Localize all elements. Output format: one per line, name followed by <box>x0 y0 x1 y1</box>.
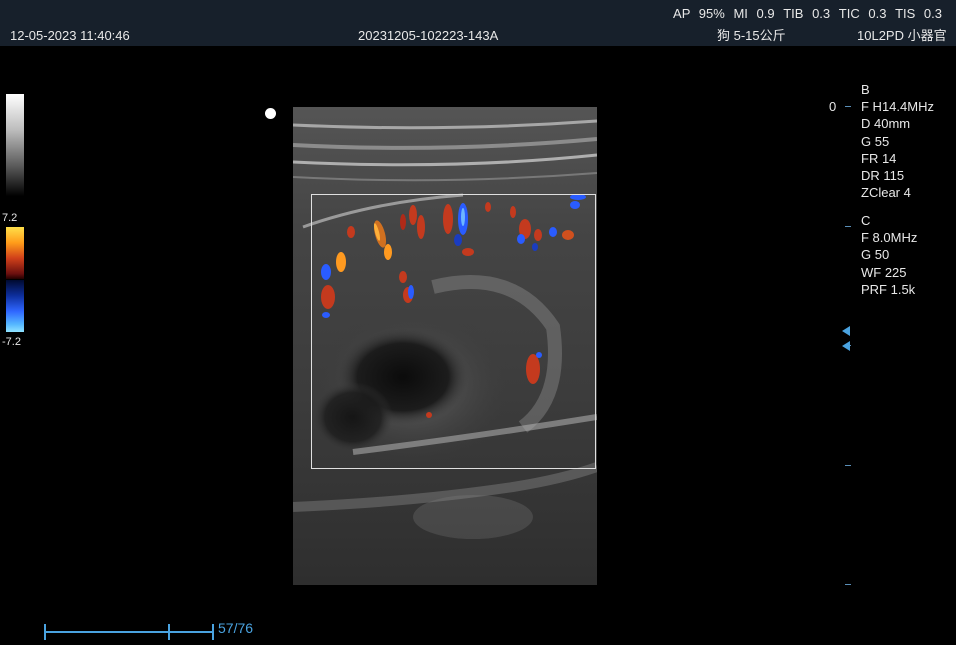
cine-loop-slider[interactable] <box>44 624 214 640</box>
focus-marker-icon[interactable] <box>842 326 850 336</box>
mi-value: 0.9 <box>756 6 775 21</box>
header-bar: AP 95% MI 0.9 TIB 0.3 TIC 0.3 TIS 0.3 12… <box>0 0 956 46</box>
tis-label: TIS <box>895 6 916 21</box>
depth-tick <box>845 465 851 466</box>
cine-track <box>44 631 214 633</box>
b-mode-zclear: ZClear 4 <box>861 185 911 201</box>
cine-start-marker[interactable] <box>44 624 46 640</box>
color-mode-prf: PRF 1.5k <box>861 281 916 297</box>
b-mode-gain: G 55 <box>861 133 890 149</box>
color-scale-positive-bar <box>6 227 24 279</box>
tic-value: 0.3 <box>868 6 887 21</box>
depth-tick <box>845 226 851 227</box>
tis-value: 0.3 <box>923 6 942 21</box>
color-scale-negative-bar <box>6 280 24 332</box>
b-mode-dynamic-range: DR 115 <box>861 167 905 183</box>
ap-value: 95% <box>698 6 725 21</box>
color-mode-wall-filter: WF 225 <box>861 264 907 280</box>
focus-marker-icon[interactable] <box>842 341 850 351</box>
b-mode-frame-rate: FR 14 <box>861 150 897 166</box>
depth-tick <box>845 106 851 107</box>
subject-type: 狗 5-15公斤 <box>717 28 786 43</box>
color-mode-parameters: C F 8.0MHz G 50 WF 225 PRF 1.5k <box>861 212 917 298</box>
mi-label: MI <box>733 6 748 21</box>
color-scale-min-label: -7.2 <box>2 336 21 348</box>
tib-label: TIB <box>783 6 804 21</box>
cine-end-marker[interactable] <box>212 624 214 640</box>
color-mode-frequency: F 8.0MHz <box>861 230 918 246</box>
tib-value: 0.3 <box>812 6 831 21</box>
probe-preset: 10L2PD 小器官 <box>857 28 947 43</box>
acoustic-output-readout: AP 95% MI 0.9 TIB 0.3 TIC 0.3 TIS 0.3 <box>670 6 942 21</box>
ap-label: AP <box>673 6 691 21</box>
patient-id: 20231205-102223-143A <box>358 28 499 43</box>
probe-orientation-dot-icon <box>265 108 276 119</box>
cine-current-frame-marker[interactable] <box>168 624 170 640</box>
cine-frame-counter: 57/76 <box>218 620 254 636</box>
color-mode-label: C <box>861 213 871 228</box>
exam-datetime: 12-05-2023 11:40:46 <box>10 28 130 43</box>
depth-zero-label: 0 <box>829 99 837 114</box>
b-mode-depth: D 40mm <box>861 116 911 132</box>
depth-tick <box>845 584 851 585</box>
color-doppler-roi-box[interactable] <box>311 194 596 469</box>
color-scale-max-label: 7.2 <box>2 212 18 224</box>
color-mode-gain: G 50 <box>861 247 890 263</box>
ultrasound-screen: AP 95% MI 0.9 TIB 0.3 TIC 0.3 TIS 0.3 12… <box>0 0 956 645</box>
tic-label: TIC <box>838 6 860 21</box>
b-mode-label: B <box>861 82 870 97</box>
b-mode-parameters: B F H14.4MHz D 40mm G 55 FR 14 DR 115 ZC… <box>861 81 934 201</box>
grayscale-map-bar <box>6 94 24 196</box>
b-mode-frequency: F H14.4MHz <box>861 99 934 115</box>
